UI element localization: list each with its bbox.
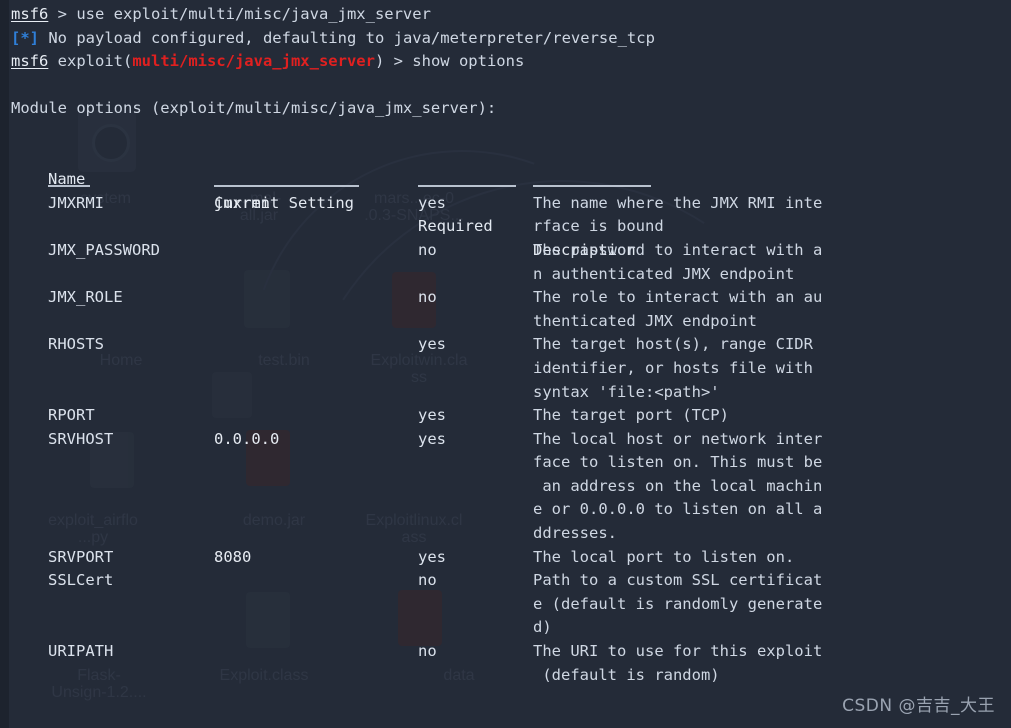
option-name: RPORT: [48, 406, 95, 425]
table-row-continuation: e (default is randomly generate: [11, 593, 1011, 617]
option-current-setting: 8080: [214, 547, 252, 566]
table-row-continuation: an address on the local machin: [11, 475, 1011, 499]
option-description-line: e (default is randomly generate: [533, 594, 823, 613]
option-description-line: Path to a custom SSL certificat: [533, 571, 823, 590]
rule-current-setting: [214, 185, 359, 188]
option-required: yes: [418, 193, 446, 212]
prompt-msf6: msf6: [11, 52, 49, 71]
table-row: RHOSTS yes The target host(s), range CIDR: [11, 333, 1011, 357]
option-description-line: e or 0.0.0.0 to listen on all a: [533, 500, 823, 519]
rule-description: [533, 185, 651, 188]
option-current-setting: 0.0.0.0: [214, 429, 280, 448]
module-options-heading: Module options (exploit/multi/misc/java_…: [11, 99, 497, 118]
option-required: yes: [418, 547, 446, 566]
module-options-table: Name Current Setting Required Descriptio…: [11, 145, 1011, 688]
status-marker-icon: [*]: [11, 28, 39, 47]
table-row-continuation: n authenticated JMX endpoint: [11, 263, 1011, 287]
option-name: JMX_PASSWORD: [48, 240, 160, 259]
option-required: yes: [418, 406, 446, 425]
exploit-prefix: exploit(: [48, 52, 133, 71]
option-description-line: The role to interact with an au: [533, 288, 823, 307]
table-row: SRVPORT 8080 yes The local port to listen o…: [11, 546, 1011, 570]
show-options-text: ) > show options: [374, 52, 525, 71]
csdn-watermark: CSDN @吉吉_大王: [842, 696, 995, 717]
command-line-show-options: msf6 exploit(multi/misc/java_jmx_server)…: [11, 50, 1011, 74]
option-description-line: The target port (TCP): [533, 406, 729, 425]
command-line-use: msf6 > use exploit/multi/misc/java_jmx_s…: [11, 3, 1011, 27]
rule-name: [48, 185, 90, 188]
option-required: no: [418, 288, 437, 307]
terminal-output: msf6 > use exploit/multi/misc/java_jmx_s…: [0, 0, 1011, 145]
option-name: JMX_ROLE: [48, 288, 123, 307]
table-row: URIPATH no The URI to use for this exploit: [11, 640, 1011, 664]
option-description-line: face to listen on. This must be: [533, 453, 823, 472]
option-description-line: The password to interact with a: [533, 240, 823, 259]
option-description-line: an address on the local machin: [533, 476, 823, 495]
table-row-continuation: identifier, or hosts file with: [11, 357, 1011, 381]
table-row: JMXRMI jmxrmi yes The name where the JMX RM…: [11, 192, 1011, 216]
command-use-text: > use exploit/multi/misc/java_jmx_server: [48, 5, 431, 23]
table-header-row: Name Current Setting Required Descriptio…: [11, 145, 1011, 259]
option-description-line: The URI to use for this exploit: [533, 642, 823, 661]
table-header-rules: [11, 168, 1011, 192]
table-row: RPORT yes The target port (TCP): [11, 404, 1011, 428]
table-row-continuation: thenticated JMX endpoint: [11, 310, 1011, 334]
option-name: RHOSTS: [48, 335, 104, 354]
option-required: no: [418, 571, 437, 590]
terminal-window[interactable]: ...system Home exploit_airflo ...py Flask- …: [0, 0, 1011, 728]
table-row: JMX_ROLE no The role to interact with an a…: [11, 286, 1011, 310]
table-row: SSLCert no Path to a custom SSL certificat: [11, 569, 1011, 593]
option-name: SRVHOST: [48, 429, 114, 448]
option-description-line: d): [533, 618, 552, 637]
active-module-name: multi/misc/java_jmx_server: [132, 52, 375, 71]
option-required: yes: [418, 335, 446, 354]
option-description-line: identifier, or hosts file with: [533, 358, 813, 377]
option-description-line: rface is bound: [533, 217, 664, 236]
option-name: SSLCert: [48, 571, 114, 590]
table-row-continuation: ddresses.: [11, 522, 1011, 546]
table-row-continuation: face to listen on. This must be: [11, 451, 1011, 475]
option-name: URIPATH: [48, 642, 114, 661]
option-description-line: The local port to listen on.: [533, 547, 795, 566]
table-row-continuation: syntax 'file:<path>': [11, 381, 1011, 405]
table-row-continuation: (default is random): [11, 664, 1011, 688]
status-payload-text: No payload configured, defaulting to jav…: [39, 28, 655, 47]
option-description-line: syntax 'file:<path>': [533, 382, 720, 401]
option-current-setting: jmxrmi: [214, 193, 270, 212]
option-description-line: The target host(s), range CIDR: [533, 335, 813, 354]
option-required: no: [418, 240, 437, 259]
table-body: JMXRMI jmxrmi yes The name where the JMX RM…: [11, 192, 1011, 687]
option-required: yes: [418, 429, 446, 448]
table-row-continuation: d): [11, 616, 1011, 640]
option-name: SRVPORT: [48, 547, 114, 566]
option-name: JMXRMI: [48, 193, 104, 212]
option-description-line: n authenticated JMX endpoint: [533, 264, 795, 283]
status-line-payload: [*] No payload configured, defaulting to…: [11, 27, 1011, 51]
option-description-line: (default is random): [533, 665, 720, 684]
rule-required: [418, 185, 516, 188]
table-row-continuation: e or 0.0.0.0 to listen on all a: [11, 498, 1011, 522]
table-row: JMX_PASSWORD no The password to interact w…: [11, 239, 1011, 263]
prompt-msf6: msf6: [11, 5, 49, 23]
table-row: SRVHOST 0.0.0.0 yes The local host or netwo…: [11, 428, 1011, 452]
option-required: no: [418, 642, 437, 661]
option-description-line: ddresses.: [533, 524, 617, 543]
table-row-continuation: rface is bound: [11, 215, 1011, 239]
option-description-line: The local host or network inter: [533, 429, 823, 448]
option-description-line: thenticated JMX endpoint: [533, 311, 757, 330]
option-description-line: The name where the JMX RMI inte: [533, 193, 823, 212]
